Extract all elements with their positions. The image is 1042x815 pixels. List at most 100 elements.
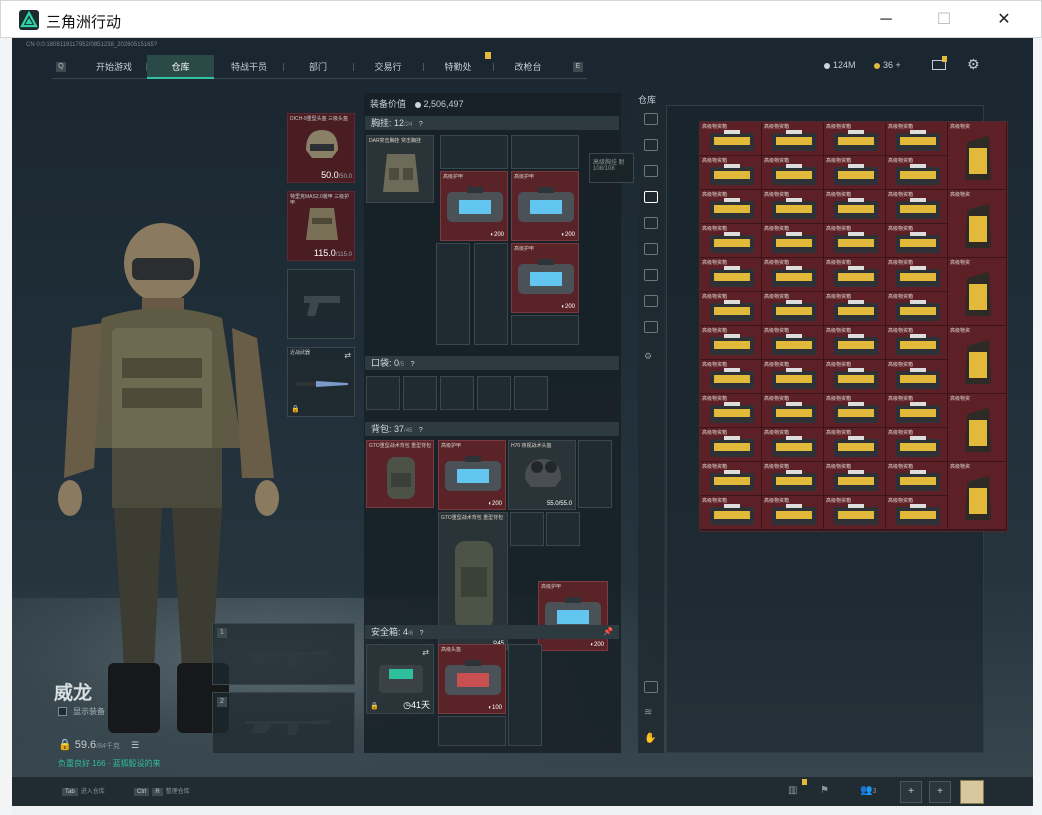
- nav-key-left[interactable]: Q: [56, 62, 66, 72]
- close-button[interactable]: ✕: [981, 8, 1027, 32]
- chest-item[interactable]: 高级护甲 ◐200: [440, 171, 508, 241]
- warehouse-item-supply-box[interactable]: 高级物资箱: [886, 224, 948, 258]
- warehouse-item-supply-bag[interactable]: 高级物资: [948, 394, 1007, 462]
- warehouse-item-supply-box[interactable]: 高级物资箱: [700, 258, 762, 292]
- chest-rig-slot[interactable]: DAR突击胸挂 突击胸挂: [366, 135, 434, 203]
- safe-grid-empty[interactable]: [508, 644, 542, 746]
- safe-box-slot[interactable]: ⇄ 🔒 ◷41天: [366, 644, 434, 714]
- list-icon[interactable]: ☰: [131, 740, 139, 750]
- invite-button[interactable]: +: [900, 781, 922, 803]
- warehouse-item-supply-box[interactable]: 高级物资箱: [762, 496, 824, 530]
- category-misc-icon[interactable]: [644, 321, 658, 333]
- warehouse-item-supply-box[interactable]: 高级物资箱: [700, 462, 762, 496]
- tab-gunsmith[interactable]: 改枪台: [494, 55, 562, 79]
- warehouse-item-supply-box[interactable]: 高级物资箱: [824, 122, 886, 156]
- minimize-button[interactable]: ─: [863, 8, 909, 32]
- warehouse-item-supply-bag[interactable]: 高级物资: [948, 122, 1007, 190]
- warehouse-item-supply-box[interactable]: 高级物资箱: [700, 156, 762, 190]
- category-weapon-icon[interactable]: [644, 217, 658, 229]
- pocket-slot[interactable]: [403, 376, 437, 410]
- warehouse-item-supply-box[interactable]: 高级物资箱: [886, 496, 948, 530]
- armor-slot[interactable]: 特里克MAS2.0装甲 三级护甲 115.0/115.0: [287, 191, 355, 261]
- warehouse-item-supply-box[interactable]: 高级物资箱: [700, 360, 762, 394]
- backpack-item[interactable]: H70 夜视战术头盔 55.0/55.0: [508, 440, 576, 510]
- warehouse-item-supply-bag[interactable]: 高级物资: [948, 190, 1007, 258]
- chest-item[interactable]: 高级护甲 ◐200: [511, 243, 579, 313]
- pocket-slot[interactable]: [514, 376, 548, 410]
- show-equipment-toggle[interactable]: 显示装备: [58, 706, 105, 717]
- help-icon[interactable]: ?: [420, 630, 424, 637]
- warehouse-item-supply-box[interactable]: 高级物资箱: [700, 190, 762, 224]
- category-settings-icon[interactable]: ⚙: [644, 351, 658, 363]
- warehouse-item-supply-box[interactable]: 高级物资箱: [886, 462, 948, 496]
- help-icon[interactable]: ?: [411, 361, 415, 368]
- category-all-icon[interactable]: [644, 191, 658, 203]
- warehouse-item-supply-box[interactable]: 高级物资箱: [886, 326, 948, 360]
- backpack-grid-empty[interactable]: [546, 512, 580, 546]
- chest-item[interactable]: 高级护甲 ◐200: [511, 171, 579, 241]
- warehouse-item-supply-box[interactable]: 高级物资箱: [824, 292, 886, 326]
- chest-grid-empty[interactable]: [436, 243, 470, 345]
- safe-grid-empty[interactable]: [438, 716, 506, 746]
- category-armor-icon[interactable]: [644, 139, 658, 151]
- nav-key-right[interactable]: E: [573, 62, 583, 72]
- warehouse-item-supply-box[interactable]: 高级物资箱: [886, 190, 948, 224]
- warehouse-item-supply-box[interactable]: 高级物资箱: [824, 156, 886, 190]
- warehouse-item-supply-box[interactable]: 高级物资箱: [700, 394, 762, 428]
- warehouse-item-supply-box[interactable]: 高级物资箱: [886, 122, 948, 156]
- backpack-grid-empty[interactable]: [510, 512, 544, 546]
- warehouse-item-supply-box[interactable]: 高级物资箱: [700, 496, 762, 530]
- warehouse-item-supply-bag[interactable]: 高级物资: [948, 462, 1007, 530]
- warehouse-item-supply-box[interactable]: 高级物资箱: [762, 462, 824, 496]
- team-players[interactable]: 👥3: [860, 785, 876, 796]
- tab-special-ops[interactable]: 特勤处: [424, 55, 492, 79]
- chest-grid-empty[interactable]: [511, 135, 579, 169]
- category-helmet-icon[interactable]: [644, 113, 658, 125]
- warehouse-item-supply-bag[interactable]: 高级物资: [948, 258, 1007, 326]
- pocket-slot[interactable]: [477, 376, 511, 410]
- checkbox[interactable]: [58, 707, 67, 717]
- invite-button[interactable]: +: [929, 781, 951, 803]
- category-backpack-icon[interactable]: [644, 165, 658, 177]
- help-icon[interactable]: ?: [419, 427, 423, 434]
- swap-icon[interactable]: ⇄: [422, 648, 429, 657]
- warehouse-item-supply-bag[interactable]: 高级物资: [948, 326, 1007, 394]
- primary-weapon-slot-1[interactable]: 1: [212, 623, 355, 685]
- add-currency-button[interactable]: +: [896, 60, 901, 70]
- tab-trading[interactable]: 交易行: [354, 55, 422, 79]
- layers-icon[interactable]: ≋: [644, 707, 658, 719]
- warehouse-item-supply-box[interactable]: 高级物资箱: [824, 190, 886, 224]
- warehouse-item-supply-box[interactable]: 高级物资箱: [824, 496, 886, 530]
- warehouse-item-supply-box[interactable]: 高级物资箱: [700, 224, 762, 258]
- warehouse-item-supply-box[interactable]: 高级物资箱: [762, 428, 824, 462]
- hint-sort[interactable]: Ctrl R 整理仓库: [134, 786, 190, 796]
- tab-department[interactable]: 部门: [284, 55, 352, 79]
- warehouse-item-supply-box[interactable]: 高级物资箱: [886, 292, 948, 326]
- warehouse-item-supply-box[interactable]: 高级物资箱: [762, 394, 824, 428]
- tab-start-game[interactable]: 开始游戏: [82, 55, 146, 79]
- help-icon[interactable]: ?: [419, 121, 423, 128]
- warehouse-item-supply-box[interactable]: 高级物资箱: [762, 224, 824, 258]
- helmet-slot[interactable]: DICH-9重型头盔 三级头盔 50.0/50.0: [287, 113, 355, 183]
- warehouse-item-supply-box[interactable]: 高级物资箱: [886, 360, 948, 394]
- stats-icon[interactable]: ▥: [788, 785, 797, 796]
- primary-weapon-slot-2[interactable]: 2: [212, 692, 355, 754]
- pin-icon[interactable]: 📌: [603, 625, 613, 639]
- warehouse-item-supply-box[interactable]: 高级物资箱: [762, 156, 824, 190]
- warehouse-item-supply-box[interactable]: 高级物资箱: [700, 326, 762, 360]
- warehouse-item-supply-box[interactable]: 高级物资箱: [824, 394, 886, 428]
- warehouse-item-supply-box[interactable]: 高级物资箱: [762, 258, 824, 292]
- tab-warehouse[interactable]: 仓库: [147, 55, 214, 79]
- chest-grid-empty[interactable]: [511, 315, 579, 345]
- hint-warehouse[interactable]: Tab 进入仓库: [62, 786, 105, 796]
- pocket-slot[interactable]: [440, 376, 474, 410]
- swap-icon[interactable]: ⇄: [344, 351, 351, 360]
- warehouse-item-supply-box[interactable]: 高级物资箱: [762, 326, 824, 360]
- warehouse-item-supply-box[interactable]: 高级物资箱: [886, 394, 948, 428]
- backpack-item[interactable]: 高级护甲 ◐200: [538, 581, 608, 651]
- warehouse-item-supply-box[interactable]: 高级物资箱: [824, 428, 886, 462]
- warehouse-item-supply-box[interactable]: 高级物资箱: [824, 326, 886, 360]
- warehouse-item-supply-box[interactable]: 高级物资箱: [886, 428, 948, 462]
- warehouse-item-supply-box[interactable]: 高级物资箱: [762, 190, 824, 224]
- warehouse-item-supply-box[interactable]: 高级物资箱: [700, 292, 762, 326]
